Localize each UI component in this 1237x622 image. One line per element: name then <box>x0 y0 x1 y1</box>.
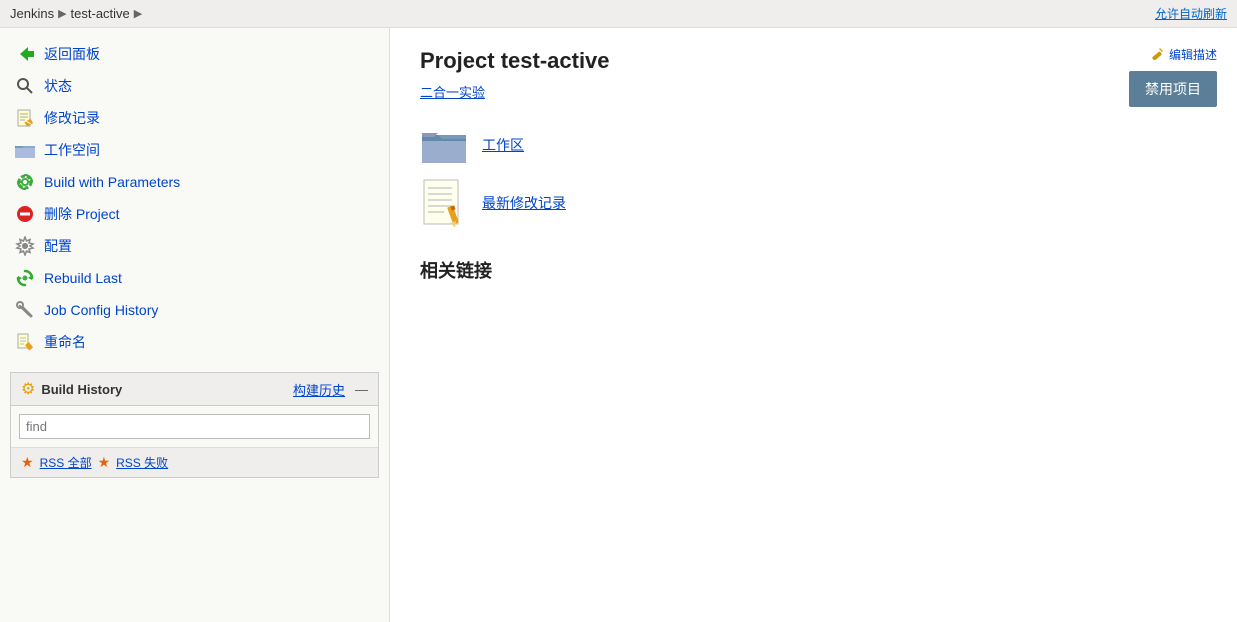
sidebar-changes-label[interactable]: 修改记录 <box>44 108 100 128</box>
edit-description-link[interactable]: 编辑描述 <box>1151 46 1217 63</box>
sidebar-item-configure[interactable]: 配置 <box>0 230 389 262</box>
sidebar-job-config-label[interactable]: Job Config History <box>44 302 158 318</box>
changelog-notepad-icon <box>420 179 468 227</box>
breadcrumb-sep1: ▶ <box>58 7 66 20</box>
changelog-link-row: 最新修改记录 <box>420 179 1207 227</box>
magnifier-icon <box>14 75 36 97</box>
rss-fail-link[interactable]: RSS 失败 <box>116 454 168 471</box>
breadcrumb-bar: Jenkins ▶ test-active ▶ 允许自动刷新 <box>0 0 1237 28</box>
edit-doc-icon <box>14 107 36 129</box>
sidebar: 返回面板 状态 <box>0 28 390 622</box>
sidebar-back-label[interactable]: 返回面板 <box>44 44 100 64</box>
gear-green-icon <box>14 171 36 193</box>
sidebar-item-workspace[interactable]: 工作空间 <box>0 134 389 166</box>
no-icon <box>14 203 36 225</box>
build-history-dash: — <box>355 382 368 397</box>
rss-fail-icon: ★ <box>98 454 111 471</box>
sidebar-item-changes[interactable]: 修改记录 <box>0 102 389 134</box>
build-search-wrap <box>11 406 378 448</box>
breadcrumb-jenkins[interactable]: Jenkins <box>10 6 54 21</box>
sidebar-item-rename[interactable]: 重命名 <box>0 326 389 358</box>
wrench-icon <box>14 299 36 321</box>
breadcrumb: Jenkins ▶ test-active ▶ <box>10 6 142 21</box>
content-links: 工作区 <box>420 121 1207 227</box>
build-history-link[interactable]: 构建历史 <box>293 380 345 399</box>
sidebar-configure-label[interactable]: 配置 <box>44 236 72 256</box>
build-history-header: ⚙ Build History 构建历史 — <box>11 373 378 406</box>
sidebar-item-status[interactable]: 状态 <box>0 70 389 102</box>
sidebar-delete-label[interactable]: 删除 Project <box>44 204 119 224</box>
rss-all-link[interactable]: RSS 全部 <box>40 454 92 471</box>
main-content: 编辑描述 禁用项目 Project test-active 二合一实验 工作区 <box>390 28 1237 622</box>
sidebar-build-params-label[interactable]: Build with Parameters <box>44 174 180 190</box>
build-history-panel: ⚙ Build History 构建历史 — ★ RSS 全部 ★ RSS 失败 <box>10 372 379 478</box>
workspace-folder-icon <box>420 121 468 169</box>
sidebar-item-job-config[interactable]: Job Config History <box>0 294 389 326</box>
gear-gray-icon <box>14 235 36 257</box>
workspace-link[interactable]: 工作区 <box>482 135 524 155</box>
changelog-link[interactable]: 最新修改记录 <box>482 193 566 213</box>
sidebar-item-delete[interactable]: 删除 Project <box>0 198 389 230</box>
build-history-title: Build History <box>41 382 122 397</box>
rss-all-icon: ★ <box>21 454 34 471</box>
project-subtitle[interactable]: 二合一实验 <box>420 82 1207 101</box>
folder-sidebar-icon <box>14 139 36 161</box>
build-search-input[interactable] <box>19 414 370 439</box>
sidebar-item-build-params[interactable]: Build with Parameters <box>0 166 389 198</box>
workspace-link-row: 工作区 <box>420 121 1207 169</box>
sidebar-workspace-label[interactable]: 工作空间 <box>44 140 100 160</box>
breadcrumb-project[interactable]: test-active <box>71 6 130 21</box>
sidebar-status-label[interactable]: 状态 <box>44 76 72 96</box>
sidebar-item-rebuild[interactable]: Rebuild Last <box>0 262 389 294</box>
breadcrumb-sep2: ▶ <box>134 7 142 20</box>
back-arrow-icon <box>14 43 36 65</box>
layout: 返回面板 状态 <box>0 28 1237 622</box>
pencil-doc-icon <box>14 331 36 353</box>
top-right-actions: 编辑描述 禁用项目 <box>1129 46 1217 107</box>
page-title: Project test-active <box>420 48 1207 74</box>
auto-refresh-link[interactable]: 允许自动刷新 <box>1155 5 1227 22</box>
sidebar-item-back[interactable]: 返回面板 <box>0 38 389 70</box>
edit-pencil-icon <box>1151 46 1165 63</box>
disable-project-button[interactable]: 禁用项目 <box>1129 71 1217 107</box>
build-history-footer: ★ RSS 全部 ★ RSS 失败 <box>11 448 378 477</box>
sidebar-rename-label[interactable]: 重命名 <box>44 332 86 352</box>
sidebar-rebuild-label[interactable]: Rebuild Last <box>44 270 122 286</box>
related-links-title: 相关链接 <box>420 257 1207 283</box>
gear-green2-icon <box>14 267 36 289</box>
edit-description-label: 编辑描述 <box>1169 46 1217 63</box>
build-history-gear-icon: ⚙ <box>21 379 35 399</box>
